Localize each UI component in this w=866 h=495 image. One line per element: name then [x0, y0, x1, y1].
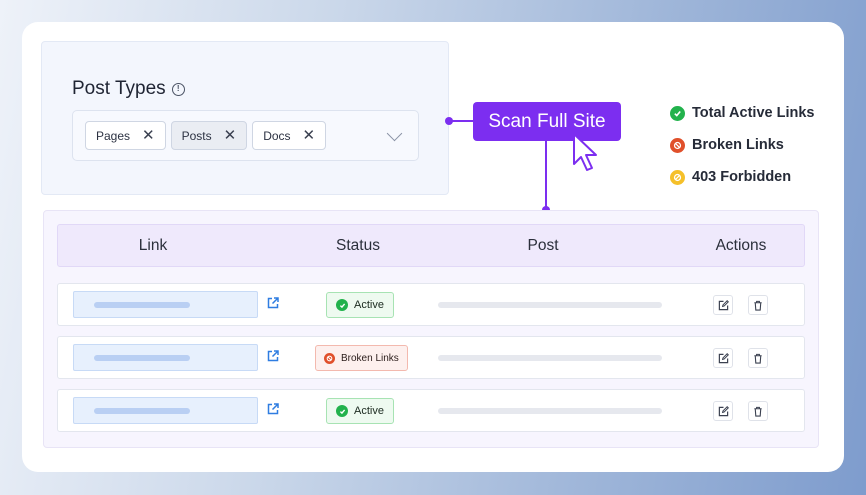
legend-item-active: Total Active Links: [670, 105, 814, 121]
delete-button[interactable]: [748, 401, 768, 421]
post-types-select[interactable]: Pages ✕ Posts ✕ Docs ✕: [72, 110, 419, 161]
post-placeholder: [438, 408, 662, 414]
broken-link-icon: [670, 137, 685, 153]
link-placeholder: [94, 355, 190, 361]
status-badge: Active: [326, 398, 394, 424]
edit-icon: [718, 405, 729, 416]
chip-pages[interactable]: Pages ✕: [85, 121, 166, 150]
legend-item-broken: Broken Links: [670, 137, 784, 153]
post-placeholder: [438, 302, 662, 308]
check-circle-icon: [336, 299, 348, 311]
links-table: Link Status Post Actions Active Broken L…: [43, 210, 819, 448]
link-placeholder: [94, 408, 190, 414]
link-placeholder: [94, 302, 190, 308]
edit-button[interactable]: [713, 295, 733, 315]
connector-line-vertical: [545, 141, 547, 209]
remove-chip-icon[interactable]: ✕: [142, 128, 155, 143]
chip-docs[interactable]: Docs ✕: [252, 121, 327, 150]
broken-link-icon: [324, 352, 335, 364]
link-field[interactable]: [73, 291, 258, 318]
legend-label: Total Active Links: [692, 105, 815, 121]
chip-posts[interactable]: Posts ✕: [170, 121, 248, 150]
delete-button[interactable]: [748, 295, 768, 315]
table-row: Active: [57, 283, 805, 326]
legend-label: Broken Links: [692, 137, 784, 153]
edit-icon: [718, 299, 729, 310]
connector-dot: [445, 117, 453, 125]
status-label: Active: [354, 405, 384, 417]
status-label: Active: [354, 299, 384, 311]
table-row: Broken Links: [57, 336, 805, 379]
chip-label: Pages: [96, 128, 131, 143]
legend-label: 403 Forbidden: [692, 169, 792, 185]
external-link-icon[interactable]: [266, 349, 280, 363]
check-circle-icon: [670, 105, 685, 121]
status-label: Broken Links: [341, 352, 399, 364]
external-link-icon[interactable]: [266, 402, 280, 416]
post-types-title: Post Types: [72, 78, 166, 99]
header-link: Link: [138, 236, 168, 254]
chevron-down-icon[interactable]: [386, 125, 403, 142]
post-types-panel: Post Types ! Pages ✕ Posts ✕ Docs ✕: [41, 41, 449, 195]
header-post: Post: [527, 236, 559, 254]
table-header: Link Status Post Actions: [57, 224, 805, 267]
check-circle-icon: [336, 405, 348, 417]
header-status: Status: [336, 236, 380, 254]
status-badge: Active: [326, 292, 394, 318]
edit-button[interactable]: [713, 348, 733, 368]
header-actions: Actions: [715, 236, 767, 254]
legend-item-forbidden: 403 Forbidden: [670, 169, 791, 185]
forbidden-icon: [670, 169, 685, 185]
external-link-icon[interactable]: [266, 296, 280, 310]
trash-icon: [754, 353, 762, 364]
post-placeholder: [438, 355, 662, 361]
remove-chip-icon[interactable]: ✕: [224, 128, 237, 143]
post-types-heading: Post Types !: [72, 78, 185, 100]
trash-icon: [754, 406, 762, 417]
remove-chip-icon[interactable]: ✕: [303, 128, 316, 143]
chip-label: Docs: [263, 128, 291, 143]
edit-icon: [718, 352, 729, 363]
info-icon[interactable]: !: [171, 82, 185, 96]
chip-label: Posts: [181, 128, 212, 143]
table-row: Active: [57, 389, 805, 432]
link-field[interactable]: [73, 344, 258, 371]
trash-icon: [754, 300, 762, 311]
edit-button[interactable]: [713, 401, 733, 421]
link-field[interactable]: [73, 397, 258, 424]
status-badge: Broken Links: [315, 345, 408, 371]
delete-button[interactable]: [748, 348, 768, 368]
cursor-icon: [573, 133, 597, 171]
